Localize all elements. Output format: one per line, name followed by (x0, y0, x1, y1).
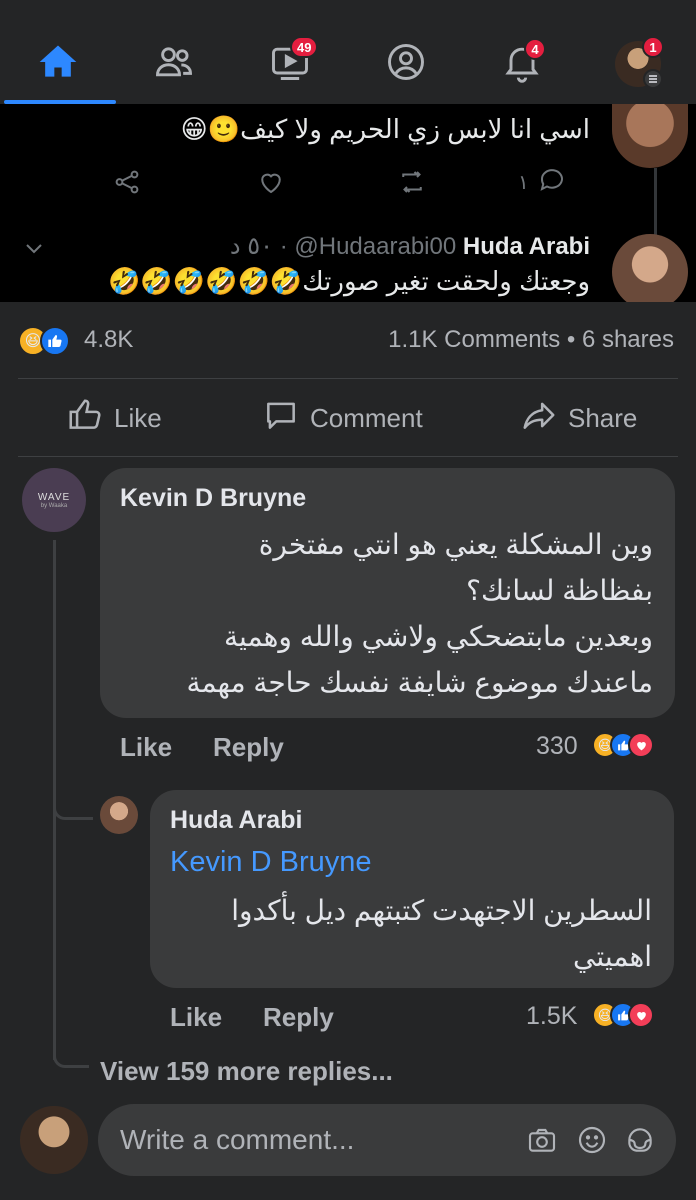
comment-button[interactable]: Comment (262, 392, 423, 444)
comment-button-label: Comment (310, 402, 423, 433)
reply-line: اهميتي (573, 941, 652, 972)
reply-text: السطرين الاجتهدت كتبتهم ديل بأكدوا اهميت… (162, 888, 652, 980)
comment-reply-button[interactable]: Reply (213, 732, 284, 763)
tweet-like-icon (256, 164, 286, 200)
comment-reaction-count[interactable]: 330 (536, 732, 578, 761)
thumbs-up-icon (66, 396, 104, 441)
post-image[interactable]: اسي انا لابس زي الحريم ولا كيف🙂😁 ١ ٥٠ د … (0, 104, 696, 302)
emoji-icon[interactable] (574, 1122, 610, 1158)
comment-line: وبعدين مابتضحكي ولاشي والله وهمية (223, 621, 653, 652)
divider (18, 456, 678, 457)
share-icon (520, 396, 558, 441)
divider (18, 378, 678, 379)
like-button-label: Like (114, 402, 162, 433)
view-more-replies-link[interactable]: View 159 more replies... (100, 1056, 393, 1087)
nav-profile[interactable] (378, 36, 434, 92)
reply-author[interactable]: Huda Arabi (170, 806, 302, 835)
tweet-handle: @Hudaarabi00 (294, 233, 457, 260)
gif-sticker-icon[interactable] (622, 1122, 658, 1158)
tweet-reply-count: ١ (518, 171, 529, 194)
comment-input[interactable] (120, 1104, 510, 1176)
tweet-reply-text: اسي انا لابس زي الحريم ولا كيف🙂😁 (180, 114, 590, 144)
friends-icon (152, 40, 196, 89)
reply-reactions[interactable]: 😆 (592, 1002, 654, 1028)
thread-connector (53, 800, 93, 820)
profile-icon (384, 40, 428, 89)
reply-line: السطرين الاجتهدت كتبتهم ديل بأكدوا (231, 895, 652, 926)
avatar (20, 1106, 88, 1174)
reply-reply-button[interactable]: Reply (263, 1002, 334, 1033)
camera-icon[interactable] (524, 1122, 560, 1158)
comment-like-button[interactable]: Like (120, 732, 172, 763)
nav-watch[interactable]: 49 (262, 36, 319, 92)
nav-home[interactable] (30, 36, 86, 92)
nav-friends[interactable] (146, 36, 202, 92)
thread-connector (53, 1040, 89, 1068)
tweet-author: Huda Arabi (462, 233, 590, 260)
like-reaction-icon (40, 326, 70, 356)
menu-badge: 1 (642, 36, 664, 58)
like-button[interactable]: Like (66, 392, 162, 444)
tweet-reply-icon (537, 164, 567, 200)
comment-reactions[interactable]: 😆 (592, 732, 654, 758)
comment-line: وين المشكلة يعني هو انتي مفتخرة (258, 529, 653, 560)
love-reaction-icon (628, 732, 654, 758)
reply-reaction-count[interactable]: 1.5K (526, 1002, 577, 1031)
share-button-label: Share (568, 402, 638, 433)
tweet-avatar-2 (612, 234, 688, 302)
share-button[interactable]: Share (520, 392, 637, 444)
home-icon (36, 40, 80, 89)
avatar-logo-text: WAVE (37, 491, 71, 503)
reply-mention[interactable]: Kevin D Bruyne (170, 846, 372, 879)
avatar-logo-subtext: by Waaka (40, 502, 68, 509)
tweet-reply-group: ١ (518, 164, 567, 200)
love-reaction-icon (628, 1002, 654, 1028)
comment-author[interactable]: Kevin D Bruyne (120, 484, 306, 513)
nav-menu[interactable]: 1 (610, 36, 666, 92)
tweet-time: ٥٠ د (229, 233, 274, 260)
comments-shares-count[interactable]: 1.1K Comments • 6 shares (388, 326, 674, 354)
comment-text: وين المشكلة يعني هو انتي مفتخرة بفظاظة ل… (113, 522, 653, 706)
tweet-avatar (612, 104, 688, 168)
comment-line: بفظاظة لسانك؟ (466, 575, 653, 606)
reply-like-button[interactable]: Like (170, 1002, 222, 1033)
comment-line: ماعندك موضوع شايفة نفسك حاجة مهمة (186, 667, 653, 698)
reaction-icons[interactable]: 😆 (18, 326, 70, 356)
tweet-chevron-down-icon (22, 236, 46, 265)
menu-icon (643, 69, 663, 89)
comment-icon (262, 396, 300, 441)
reaction-count[interactable]: 4.8K (84, 326, 133, 354)
notifications-badge: 4 (524, 38, 546, 60)
tweet-header: ٥٠ د · @Hudaarabi00 Huda Arabi (229, 233, 590, 260)
comment-composer[interactable] (98, 1104, 676, 1176)
watch-badge: 49 (290, 36, 319, 58)
avatar[interactable]: WAVE by Waaka (22, 468, 86, 532)
reply-bubble[interactable]: Huda Arabi Kevin D Bruyne السطرين الاجته… (150, 790, 674, 988)
comment-bubble[interactable]: Kevin D Bruyne وين المشكلة يعني هو انتي … (100, 468, 675, 718)
tweet-retweet-icon (396, 164, 428, 200)
avatar[interactable] (100, 796, 138, 834)
nav-notifications[interactable]: 4 (494, 36, 550, 92)
tweet-share-icon (112, 164, 142, 200)
tweet-reply-text-2: وجعتك ولحقت تغير صورتك🤣🤣🤣🤣🤣🤣 (108, 266, 590, 296)
top-nav: 49 4 1 (0, 0, 696, 104)
